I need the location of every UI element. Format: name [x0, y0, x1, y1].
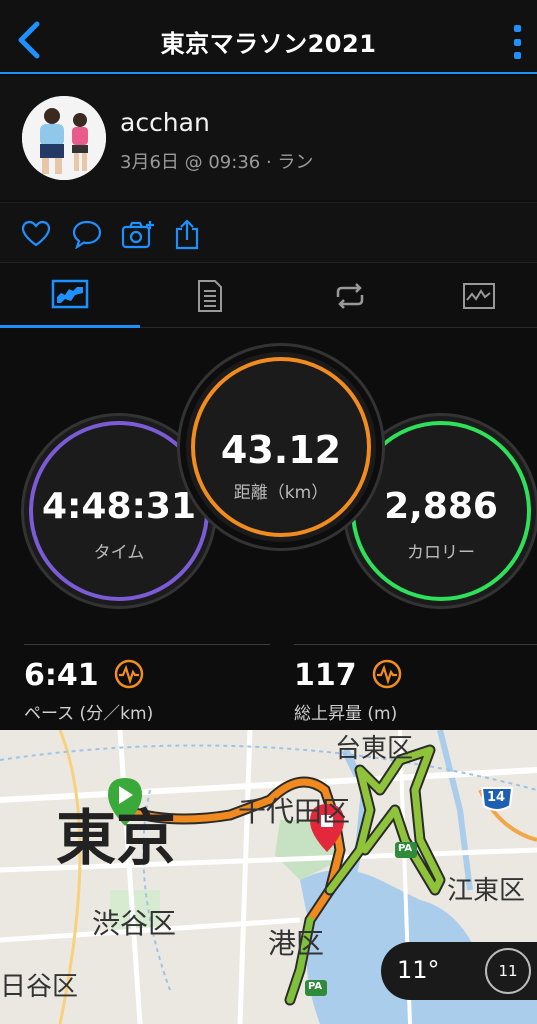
wind-speed-icon: 11	[485, 948, 531, 994]
line-graph-icon	[462, 282, 495, 309]
more-dot-icon	[513, 38, 521, 46]
divider	[24, 644, 270, 645]
share-button[interactable]	[170, 217, 204, 251]
calories-label: カロリー	[407, 543, 475, 563]
more-dot-icon	[513, 52, 521, 59]
map-label-chiyoda: 千代田区	[238, 795, 351, 828]
map-label-tokyo: 東京	[56, 804, 176, 874]
page-title: 東京マラソン2021	[160, 30, 377, 58]
pace-metric[interactable]: 6:41 ペース (分／km)	[24, 658, 153, 724]
activity-datetime: 3月6日 @ 09:36 · ラン	[120, 152, 314, 173]
more-options-button[interactable]	[505, 22, 529, 62]
share-icon	[175, 219, 199, 250]
action-bar	[0, 202, 537, 262]
map-label-koto: 江東区	[447, 876, 526, 906]
camera-plus-icon	[121, 221, 154, 249]
overview-chart-icon	[51, 279, 89, 309]
map-label-setagaya: 日谷区	[0, 972, 79, 1002]
elevation-value: 117	[294, 658, 357, 693]
map-label-minato: 港区	[268, 927, 325, 960]
avatar[interactable]	[22, 96, 106, 180]
speech-bubble-icon	[72, 220, 102, 249]
pace-value: 6:41	[24, 658, 99, 693]
tab-overview[interactable]	[0, 263, 140, 328]
comment-button[interactable]	[70, 217, 104, 251]
elevation-label: 総上昇量 (m)	[294, 704, 398, 724]
tab-charts[interactable]	[420, 263, 537, 328]
temperature-value: 11°	[397, 956, 440, 984]
activity-header: acchan 3月6日 @ 09:36 · ラン	[0, 76, 537, 200]
distance-value: 43.12	[220, 428, 342, 472]
detail-tabs	[0, 262, 537, 328]
repeat-icon	[336, 282, 364, 309]
pace-chart-icon	[114, 659, 144, 693]
top-bar: 東京マラソン2021	[0, 0, 537, 74]
time-label: タイム	[93, 543, 145, 563]
parking-area-icon: PA	[398, 843, 413, 854]
tab-details[interactable]	[140, 263, 280, 328]
runners-avatar-icon	[22, 96, 106, 180]
username[interactable]: acchan	[120, 108, 210, 137]
document-list-icon	[198, 279, 222, 312]
map-label-shibuya: 渋谷区	[92, 907, 177, 940]
stats-panel: 4:48:31 タイム 2,886 カロリー 43.12 距離（km） 6:41…	[0, 328, 537, 730]
route-map[interactable]: 東京 台東区 千代田区 江東区 渋谷区 港区 日谷区 14 PA PA 11° …	[0, 730, 537, 1024]
wind-speed-value: 11	[498, 962, 518, 980]
more-dot-icon	[513, 25, 521, 32]
weather-widget[interactable]: 11° 11	[381, 942, 537, 1000]
divider	[294, 644, 537, 645]
elevation-chart-icon	[372, 659, 402, 693]
distance-ring: 43.12 距離（km）	[186, 352, 376, 542]
elevation-metric[interactable]: 117 総上昇量 (m)	[294, 658, 402, 724]
pace-label: ペース (分／km)	[24, 704, 154, 724]
tab-laps[interactable]	[280, 263, 420, 328]
route-14-shield: 14	[487, 790, 506, 805]
distance-label: 距離（km）	[233, 483, 329, 503]
like-button[interactable]	[19, 217, 53, 251]
heart-icon	[21, 220, 51, 247]
map-label-taito: 台東区	[335, 734, 414, 764]
parking-area-icon: PA	[308, 981, 323, 992]
add-photo-button[interactable]	[121, 217, 155, 251]
